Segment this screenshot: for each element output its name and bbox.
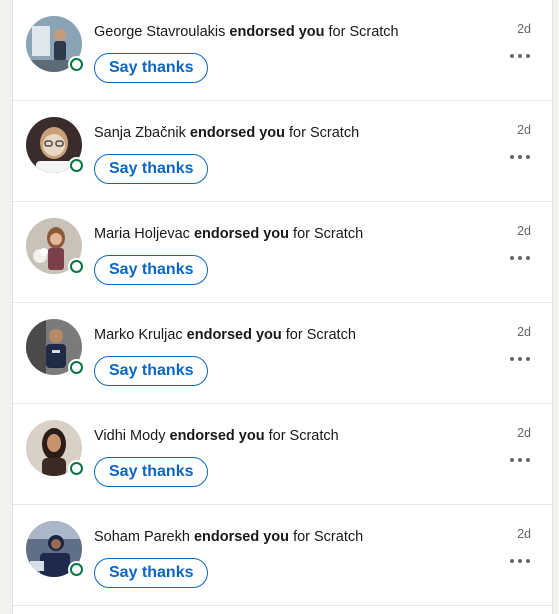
online-status-icon xyxy=(70,159,83,172)
online-status-icon xyxy=(70,58,83,71)
skill-text: for Scratch xyxy=(268,428,339,444)
timestamp: 2d xyxy=(517,527,531,541)
person-name[interactable]: Marko Kruljac xyxy=(94,327,183,343)
say-thanks-button[interactable]: Say thanks xyxy=(94,53,209,83)
more-options-icon[interactable] xyxy=(509,49,531,63)
person-name[interactable]: Maria Holjevac xyxy=(94,226,190,242)
say-thanks-button[interactable]: Say thanks xyxy=(94,356,209,386)
timestamp: 2d xyxy=(517,325,531,339)
skill-text: for Scratch xyxy=(285,327,356,343)
action-text: endorsed you xyxy=(186,327,282,343)
skill-text: for Scratch xyxy=(293,529,364,545)
online-status-icon xyxy=(70,462,83,475)
more-options-icon[interactable] xyxy=(509,352,531,366)
action-text: endorsed you xyxy=(193,226,290,242)
timestamp: 2d xyxy=(517,426,531,440)
notification-item[interactable]: Soham Parekh endorsed you for Scratch Sa… xyxy=(13,505,552,606)
notification-text: Vidhi Mody endorsed you for Scratch xyxy=(94,427,339,445)
action-text: endorsed you xyxy=(193,529,290,545)
timestamp: 2d xyxy=(517,22,531,36)
avatar[interactable] xyxy=(26,218,83,274)
avatar[interactable] xyxy=(26,319,83,375)
person-name[interactable]: Soham Parekh xyxy=(94,529,190,545)
say-thanks-button[interactable]: Say thanks xyxy=(94,255,209,285)
timestamp: 2d xyxy=(517,123,531,137)
notification-item[interactable]: Maria Holjevac endorsed you for Scratch … xyxy=(13,202,552,303)
notification-text: George Stavroulakis endorsed you for Scr… xyxy=(94,23,399,41)
say-thanks-button[interactable]: Say thanks xyxy=(94,558,209,588)
online-status-icon xyxy=(70,260,83,273)
avatar[interactable] xyxy=(26,117,83,173)
online-status-icon xyxy=(70,563,83,576)
say-thanks-button[interactable]: Say thanks xyxy=(94,154,209,184)
action-text: endorsed you xyxy=(169,428,265,444)
more-options-icon[interactable] xyxy=(509,150,531,164)
notification-text: Soham Parekh endorsed you for Scratch xyxy=(94,528,363,546)
action-text: endorsed you xyxy=(189,125,285,141)
avatar[interactable] xyxy=(26,16,83,72)
notification-text: Sanja Zbačnik endorsed you for Scratch xyxy=(94,124,359,142)
more-options-icon[interactable] xyxy=(509,554,531,568)
avatar[interactable] xyxy=(26,420,83,476)
notification-text: Maria Holjevac endorsed you for Scratch xyxy=(94,225,363,243)
timestamp: 2d xyxy=(517,224,531,238)
skill-text: for Scratch xyxy=(293,226,364,242)
notification-item[interactable]: Vidhi Mody endorsed you for Scratch Say … xyxy=(13,404,552,505)
person-name[interactable]: George Stavroulakis xyxy=(94,24,225,40)
skill-text: for Scratch xyxy=(328,24,399,40)
notification-item[interactable]: Marko Kruljac endorsed you for Scratch S… xyxy=(13,303,552,404)
skill-text: for Scratch xyxy=(289,125,360,141)
person-name[interactable]: Sanja Zbačnik xyxy=(94,125,186,141)
avatar[interactable] xyxy=(26,521,83,577)
more-options-icon[interactable] xyxy=(509,453,531,467)
action-text: endorsed you xyxy=(229,24,325,40)
notification-text: Marko Kruljac endorsed you for Scratch xyxy=(94,326,356,344)
online-status-icon xyxy=(70,361,83,374)
person-name[interactable]: Vidhi Mody xyxy=(94,428,165,444)
notification-item[interactable]: George Stavroulakis endorsed you for Scr… xyxy=(13,0,552,101)
notification-item[interactable]: Sanja Zbačnik endorsed you for Scratch S… xyxy=(13,101,552,202)
more-options-icon[interactable] xyxy=(509,251,531,265)
notifications-feed: George Stavroulakis endorsed you for Scr… xyxy=(12,0,553,614)
say-thanks-button[interactable]: Say thanks xyxy=(94,457,209,487)
